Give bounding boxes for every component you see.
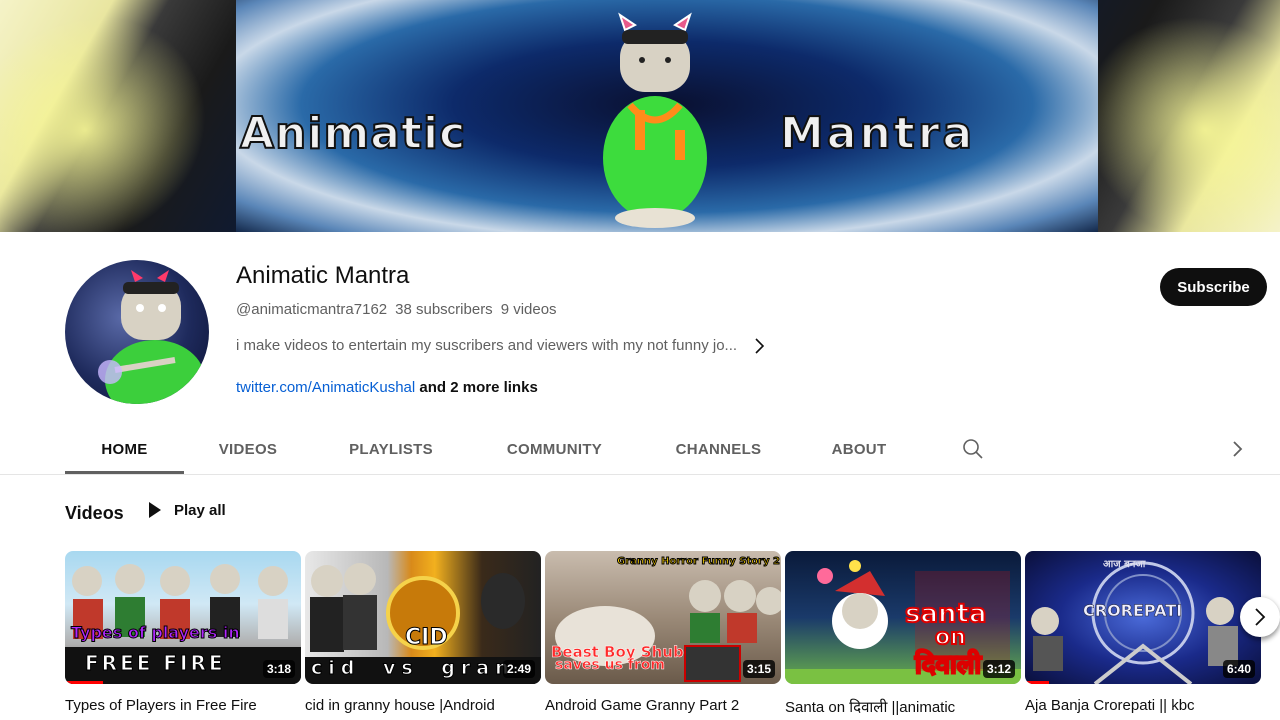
video-thumbnail[interactable]: Granny Horror Funny Story 2 Beast Boy Sh… xyxy=(545,551,781,684)
channel-title: Animatic Mantra xyxy=(236,262,410,289)
video-thumbnail[interactable]: CID cid vs gran 2:49 xyxy=(305,551,541,684)
thumbnail-logo-text: CID xyxy=(405,625,449,651)
play-icon xyxy=(149,502,161,518)
play-all-button[interactable]: Play all xyxy=(144,500,226,520)
video-thumbnail[interactable]: आज बनजा CROREPATI 6:40 xyxy=(1025,551,1261,684)
play-all-label: Play all xyxy=(174,501,226,519)
banner-glow-left xyxy=(0,0,249,232)
video-title[interactable]: Aja Banja Crorepati || kbc xyxy=(1025,697,1261,714)
channel-avatar[interactable] xyxy=(65,260,209,404)
channel-handle: @animaticmantra7162 xyxy=(236,301,388,318)
video-title[interactable]: Android Game Granny Part 2 xyxy=(545,697,781,714)
video-thumbnail[interactable]: Types of players in FREE FIRE 3:18 xyxy=(65,551,301,684)
video-title[interactable]: Types of Players in Free Fire xyxy=(65,697,301,714)
video-duration: 3:12 xyxy=(982,660,1015,678)
video-card[interactable]: santa on दिवाली 3:12 Santa on दिवाली ||a… xyxy=(785,551,1021,717)
tabs-next-chevron-icon[interactable] xyxy=(1225,437,1249,461)
subscriber-count: 38 subscribers xyxy=(395,301,493,318)
video-thumbnail[interactable]: santa on दिवाली 3:12 xyxy=(785,551,1021,684)
subscribe-button[interactable]: Subscribe xyxy=(1160,268,1267,306)
banner-mascot xyxy=(603,12,707,228)
channel-description[interactable]: i make videos to entertain my suscribers… xyxy=(236,337,767,354)
channel-banner: Animatic Mantra xyxy=(0,0,1280,232)
thumbnail-caption: cid vs gran xyxy=(311,657,515,680)
thumbnail-caption: CROREPATI xyxy=(1083,601,1183,621)
video-card[interactable]: Granny Horror Funny Story 2 Beast Boy Sh… xyxy=(545,551,781,714)
video-title[interactable]: cid in granny house |Android xyxy=(305,697,541,714)
shelf-next-button[interactable] xyxy=(1240,597,1280,637)
video-duration: 3:18 xyxy=(262,660,295,678)
tab-videos[interactable]: VIDEOS xyxy=(184,424,312,474)
more-links[interactable]: and 2 more links xyxy=(419,379,537,396)
watch-progress xyxy=(1025,681,1049,684)
chevron-right-icon[interactable] xyxy=(751,337,767,354)
channel-tabs: HOME VIDEOS PLAYLISTS COMMUNITY CHANNELS… xyxy=(65,424,1280,474)
thumbnail-caption-bottom: FREE FIRE xyxy=(85,651,226,676)
banner-word-right: Mantra xyxy=(779,107,976,160)
banner-word-left: Animatic xyxy=(239,107,467,160)
channel-links: twitter.com/AnimaticKushal and 2 more li… xyxy=(236,379,538,396)
thumbnail-caption-3: दिवाली xyxy=(914,649,982,681)
video-card[interactable]: Types of players in FREE FIRE 3:18 Types… xyxy=(65,551,301,714)
tabs-divider xyxy=(0,474,1280,475)
video-card[interactable]: CID cid vs gran 2:49 cid in granny house… xyxy=(305,551,541,714)
tab-home[interactable]: HOME xyxy=(65,424,184,474)
thumbnail-caption-top: Granny Horror Funny Story 2 xyxy=(617,556,781,568)
search-icon[interactable] xyxy=(961,437,985,461)
tab-channels[interactable]: CHANNELS xyxy=(639,424,798,474)
video-duration: 3:15 xyxy=(742,660,775,678)
video-card[interactable]: आज बनजा CROREPATI 6:40 Aja Banja Crorepa… xyxy=(1025,551,1261,714)
video-count: 9 videos xyxy=(500,301,557,318)
video-title[interactable]: Santa on दिवाली ||animatic xyxy=(785,697,1021,717)
thumbnail-caption-top: आज बनजा xyxy=(1103,559,1146,570)
video-duration: 2:49 xyxy=(502,660,535,678)
tab-playlists[interactable]: PLAYLISTS xyxy=(312,424,470,474)
tab-community[interactable]: COMMUNITY xyxy=(470,424,639,474)
thumbnail-caption-top: Types of players in xyxy=(71,623,241,643)
tab-about[interactable]: ABOUT xyxy=(798,424,920,474)
section-title: Videos xyxy=(65,503,124,523)
channel-meta: @animaticmantra7162 38 subscribers 9 vid… xyxy=(236,301,557,318)
avatar-art xyxy=(98,270,205,404)
channel-description-text: i make videos to entertain my suscribers… xyxy=(236,337,738,354)
watch-progress xyxy=(65,681,103,684)
thumbnail-caption-2: saves us from xyxy=(555,657,665,674)
video-duration: 6:40 xyxy=(1222,660,1255,678)
twitter-link[interactable]: twitter.com/AnimaticKushal xyxy=(236,379,415,396)
chevron-right-icon xyxy=(1255,608,1266,626)
